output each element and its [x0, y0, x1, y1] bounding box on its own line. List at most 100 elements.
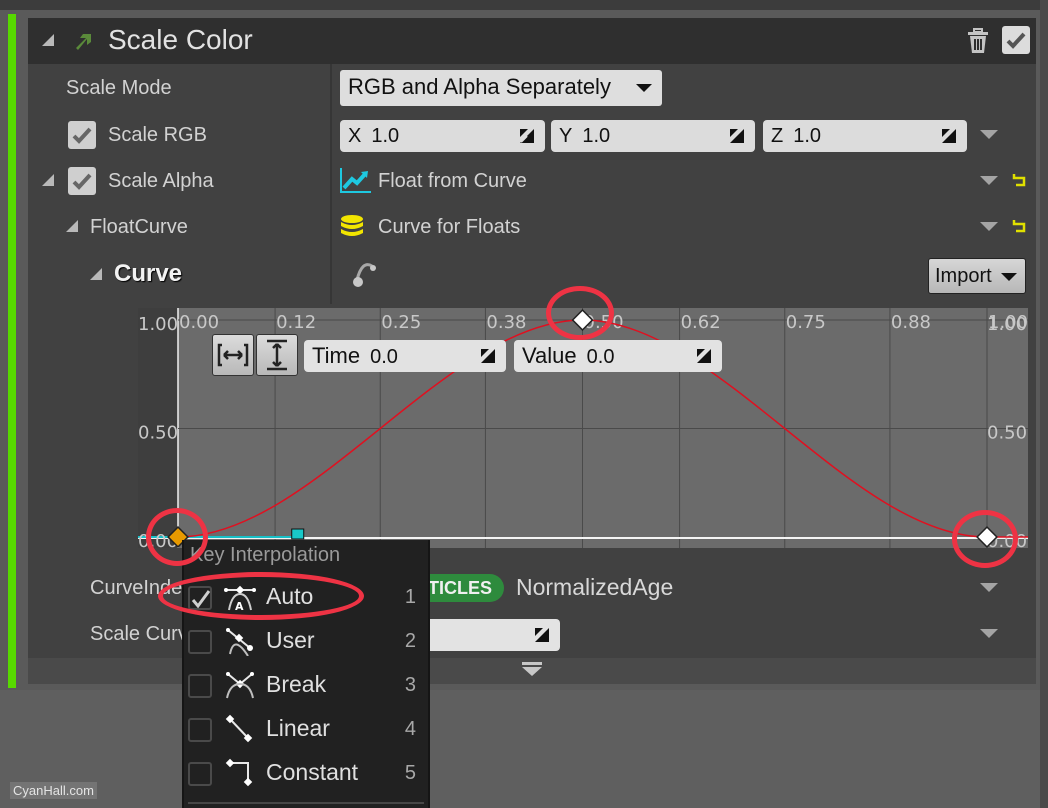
- menu-item-label: Auto: [266, 583, 314, 609]
- scale-rgb-x-field[interactable]: X 1.0: [340, 120, 545, 152]
- scrollbar-track[interactable]: [1040, 0, 1048, 808]
- scale-alpha-label: Scale Alpha: [108, 170, 214, 192]
- collapse-triangle-icon[interactable]: [42, 34, 54, 46]
- menu-item-checkbox[interactable]: [188, 586, 212, 610]
- drag-handle-icon[interactable]: [534, 627, 550, 643]
- time-label: Time: [312, 343, 361, 368]
- menu-item-checkbox[interactable]: [188, 674, 212, 698]
- expand-scale-alpha-icon[interactable]: [42, 174, 54, 186]
- floatcurve-value[interactable]: Curve for Floats: [378, 216, 520, 239]
- column-divider[interactable]: [330, 64, 332, 304]
- menu-item-checkbox[interactable]: [188, 762, 212, 786]
- reset-to-default-icon[interactable]: [1012, 218, 1028, 234]
- expand-floatcurve-icon[interactable]: [66, 220, 78, 232]
- x-tick-label: 0.88: [891, 312, 931, 333]
- floatcurve-dropdown-icon[interactable]: [980, 222, 998, 231]
- menu-item-label: Break: [266, 671, 327, 697]
- curve-index-value[interactable]: NormalizedAge: [516, 574, 673, 601]
- x-value: 1.0: [371, 125, 400, 147]
- scale-rgb-checkbox[interactable]: [68, 121, 96, 149]
- drag-handle-icon[interactable]: [729, 128, 745, 144]
- scale-rgb-label: Scale RGB: [108, 124, 207, 146]
- drag-handle-icon[interactable]: [480, 348, 496, 364]
- import-button[interactable]: Import: [928, 258, 1026, 294]
- fit-vertical-button[interactable]: [256, 334, 298, 376]
- x-tick-label: 0.75: [786, 312, 826, 333]
- drag-handle-icon[interactable]: [941, 128, 957, 144]
- menu-item-auto[interactable]: A Auto 1: [184, 574, 428, 618]
- check-icon: [1006, 32, 1026, 49]
- menu-item-linear[interactable]: Linear 4: [184, 706, 428, 750]
- menu-item-constant[interactable]: Constant 5: [184, 750, 428, 794]
- menu-separator: [188, 802, 424, 804]
- import-label: Import: [935, 265, 992, 287]
- dropdown-arrow-icon: [1001, 273, 1017, 281]
- curve-editor-icon[interactable]: [350, 258, 386, 290]
- curve-index-label: CurveInde: [90, 577, 183, 599]
- y-value: 1.0: [582, 125, 611, 147]
- time-value: 0.0: [370, 346, 398, 368]
- scale-alpha-value[interactable]: Float from Curve: [378, 170, 527, 193]
- svg-text:A: A: [235, 600, 244, 612]
- menu-item-shortcut: 5: [404, 762, 416, 784]
- key-time-field[interactable]: Time 0.0: [304, 340, 506, 372]
- dropdown-arrow-icon: [636, 84, 652, 92]
- scale-mode-dropdown[interactable]: RGB and Alpha Separately: [340, 70, 662, 106]
- scale-alpha-dropdown-icon[interactable]: [980, 176, 998, 185]
- module-header[interactable]: Scale Color: [28, 18, 1036, 64]
- module-accent-bar: [8, 14, 16, 688]
- x-tick-label: 0.25: [381, 312, 421, 333]
- menu-item-shortcut: 3: [404, 674, 416, 696]
- scale-mode-value: RGB and Alpha Separately: [348, 74, 611, 99]
- expand-curve-icon[interactable]: [90, 268, 102, 280]
- scale-color-arrow-icon: [76, 34, 91, 50]
- module-enabled-checkbox[interactable]: [1002, 26, 1030, 54]
- drag-handle-icon[interactable]: [696, 348, 712, 364]
- top-strip: [0, 0, 1048, 10]
- key-interpolation-menu: Key Interpolation A Auto 1 User 2 Break …: [182, 540, 430, 808]
- y-tick-label-right: 0.50: [987, 423, 1027, 444]
- reset-to-default-icon[interactable]: [1012, 172, 1028, 188]
- menu-item-label: Linear: [266, 715, 330, 741]
- menu-item-break[interactable]: Break 3: [184, 662, 428, 706]
- watermark: CyanHall.com: [10, 782, 97, 799]
- curve-index-dropdown-icon[interactable]: [980, 583, 998, 592]
- menu-item-user[interactable]: User 2: [184, 618, 428, 662]
- x-tick-label: 0.00: [179, 312, 219, 333]
- menu-item-checkbox[interactable]: [188, 630, 212, 654]
- user-interp-icon: [226, 628, 253, 656]
- float-from-curve-icon: [340, 168, 371, 193]
- constant-interp-icon: [225, 758, 253, 787]
- fit-horizontal-icon: [217, 343, 249, 367]
- curve-label: Curve: [114, 260, 183, 287]
- menu-item-label: Constant: [266, 759, 359, 785]
- show-advanced-icon[interactable]: [522, 662, 542, 678]
- x-tick-label: 0.62: [681, 312, 721, 333]
- fit-horizontal-button[interactable]: [212, 334, 254, 376]
- scale-alpha-checkbox[interactable]: [68, 167, 96, 195]
- module-title: Scale Color: [108, 24, 253, 55]
- y-tick-label-left: 0.50: [138, 423, 178, 444]
- tangent-handle[interactable]: [291, 528, 305, 540]
- x-tick-label: 0.12: [276, 312, 316, 333]
- x-axis-label: X: [348, 125, 362, 147]
- fit-vertical-icon: [267, 339, 287, 371]
- key-value-field[interactable]: Value 0.0: [514, 340, 722, 372]
- scale-curve-dropdown-icon[interactable]: [980, 629, 998, 638]
- trash-icon[interactable]: [966, 28, 990, 54]
- scale-mode-label: Scale Mode: [66, 77, 172, 99]
- menu-item-checkbox[interactable]: [188, 718, 212, 742]
- z-value: 1.0: [793, 125, 822, 147]
- scale-curve-field[interactable]: [420, 619, 560, 651]
- menu-title: Key Interpolation: [190, 544, 341, 566]
- check-icon: [191, 590, 211, 609]
- scale-curve-label: Scale Curv: [90, 623, 188, 645]
- scale-rgb-y-field[interactable]: Y 1.0: [551, 120, 755, 152]
- scale-rgb-z-field[interactable]: Z 1.0: [763, 120, 967, 152]
- scale-rgb-options-icon[interactable]: [980, 130, 998, 139]
- y-tick-label-left: 1.00: [138, 314, 178, 335]
- value-value: 0.0: [586, 346, 615, 368]
- value-label: Value: [522, 343, 577, 368]
- drag-handle-icon[interactable]: [519, 128, 535, 144]
- database-icon: [341, 215, 363, 236]
